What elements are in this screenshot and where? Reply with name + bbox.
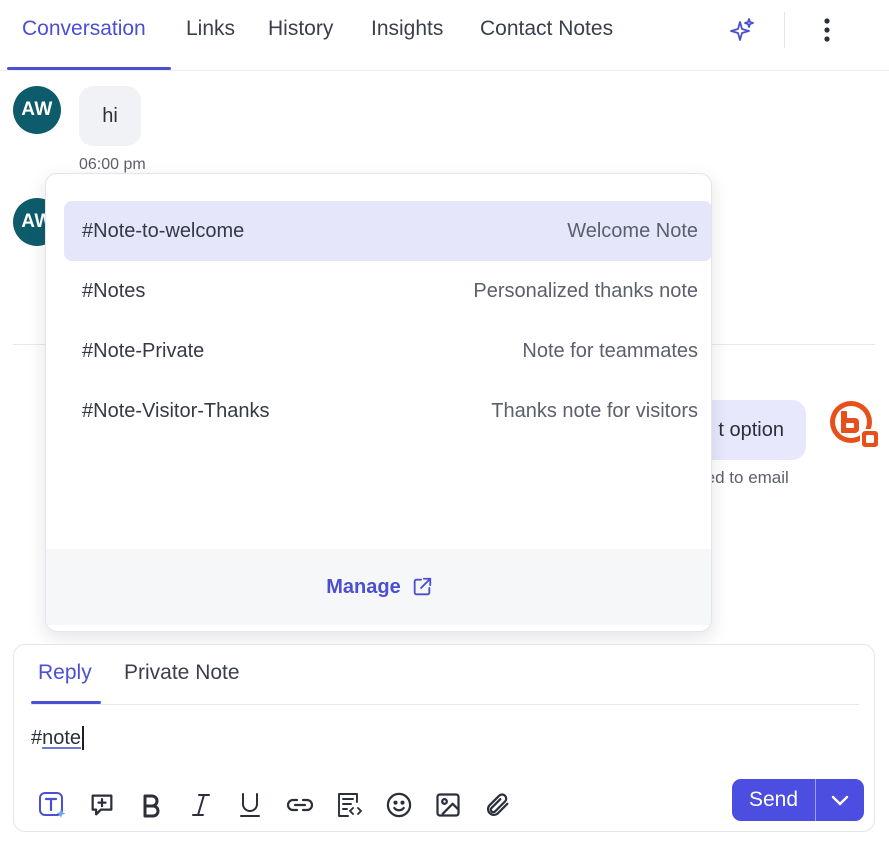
emoji-icon [386,792,411,818]
agent-avatar [826,398,882,454]
active-tab-indicator [7,67,171,70]
incoming-message-bubble: hi [79,86,141,146]
italic-button[interactable] [183,787,219,823]
bold-icon [143,794,160,818]
ai-text-button[interactable] [34,787,70,823]
chevron-down-icon [831,795,849,806]
editor-prefix: # [31,726,43,749]
add-comment-icon [91,794,112,816]
tab-links[interactable]: Links [186,14,235,44]
underline-button[interactable] [232,787,268,823]
tab-reply[interactable]: Reply [38,661,92,685]
suggestion-description: Thanks note for visitors [491,399,698,422]
link-icon [286,798,313,812]
tab-contact-notes[interactable]: Contact Notes [480,14,613,44]
suggestion-description: Personalized thanks note [473,279,698,302]
outgoing-message-status: red to email [700,468,789,487]
manage-label: Manage [326,575,401,598]
suggestion-key: #Note-Private [82,339,205,362]
suggestion-item-note-to-welcome[interactable]: #Note-to-welcome Welcome Note [64,201,711,261]
composer-tabs-divider [31,704,859,705]
top-tab-bar: Conversation Links History Insights Cont… [0,0,889,71]
more-vertical-icon [824,18,830,42]
italic-icon [191,794,210,816]
bold-button[interactable] [133,787,169,823]
sparkles-icon [730,18,754,41]
send-button[interactable]: Send [732,779,815,821]
suggestion-key: #Note-to-welcome [82,219,245,242]
more-options-button[interactable] [812,14,842,46]
suggestion-item-note-visitor-thanks[interactable]: #Note-Visitor-Thanks Thanks note for vis… [64,381,711,441]
send-options-button[interactable] [816,779,864,821]
manage-button[interactable]: Manage [326,576,432,599]
dropdown-footer: Manage [46,549,711,625]
active-composer-tab-indicator [31,701,101,704]
attachment-icon [486,793,508,817]
tab-conversation[interactable]: Conversation [22,14,146,44]
insert-snippet-button[interactable] [331,787,367,823]
send-button-group: Send [732,779,864,821]
suggestion-description: Note for teammates [522,339,698,362]
editor-typed-text: note [42,726,82,749]
message-timestamp: 06:00 pm [79,156,146,173]
emoji-button[interactable] [381,787,417,823]
snippet-icon [338,793,362,817]
reply-composer: Reply Private Note # note Send [13,644,875,832]
suggestion-key: #Note-Visitor-Thanks [82,399,270,422]
image-icon [436,793,460,817]
external-link-icon [413,577,431,596]
brand-logo-icon [830,401,880,449]
reply-input[interactable]: # note [31,721,851,755]
formatting-toolbar [34,787,529,823]
avatar: AW [13,86,61,134]
text-caret [82,726,85,750]
ai-assist-button[interactable] [726,14,758,46]
insert-link-button[interactable] [282,787,318,823]
header-divider [784,12,785,48]
underline-icon [240,793,260,817]
suggestion-item-note-private[interactable]: #Note-Private Note for teammates [64,321,711,381]
suggestion-key: #Notes [82,279,146,302]
attachment-button[interactable] [480,787,516,823]
text-ai-icon [39,792,66,818]
tab-insights[interactable]: Insights [371,14,443,44]
suggestion-item-notes[interactable]: #Notes Personalized thanks note [64,261,711,321]
insert-image-button[interactable] [430,787,466,823]
tab-history[interactable]: History [268,14,333,44]
note-suggestions-dropdown: #Note-to-welcome Welcome Note #Notes Per… [45,173,712,632]
tab-private-note[interactable]: Private Note [124,661,240,685]
add-comment-button[interactable] [84,787,120,823]
suggestion-description: Welcome Note [567,219,698,242]
